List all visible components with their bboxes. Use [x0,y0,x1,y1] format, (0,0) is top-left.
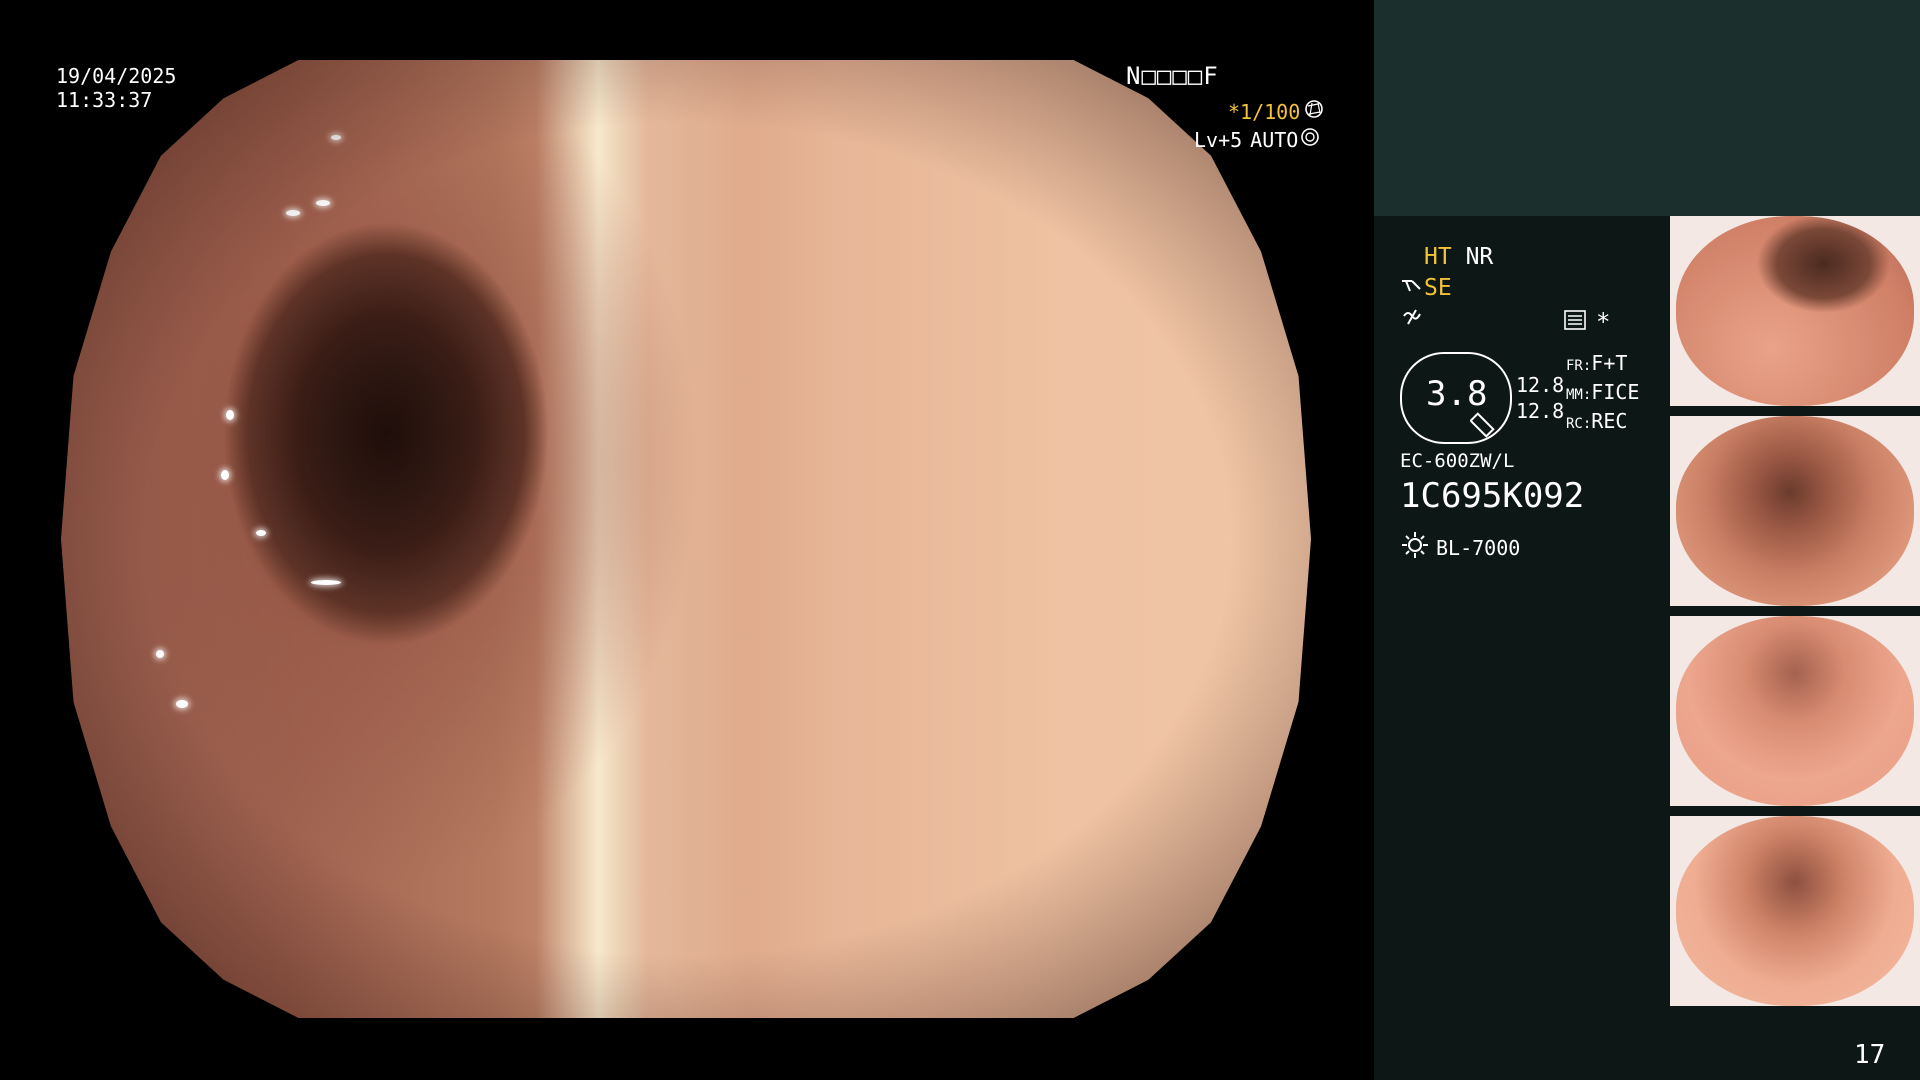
shutter-row: *1/100 [1228,99,1324,124]
nr-label: NR [1465,244,1494,270]
thumbnail-image [1676,616,1914,806]
fr-value: F+T [1591,351,1628,375]
aperture-icon [1304,99,1324,124]
processing-row: HT NR [1424,244,1493,270]
exposure-row: Lv+5 AUTO [1194,127,1320,152]
shutter-speed: *1/100 [1228,99,1301,124]
zoom-icon [1469,410,1500,444]
vignette [61,60,1311,1018]
thumbnail-1[interactable] [1670,216,1920,406]
date-label: 19/04/2025 [56,64,177,88]
fr-label: FR: [1566,358,1592,374]
thumbnail-4[interactable] [1670,816,1920,1006]
mode-list: FR:F+T MM:FICE RC:REC [1566,350,1639,437]
wave-icon [1402,306,1424,332]
settings-row: * [1564,308,1610,336]
image-count: 17 [1854,1040,1886,1070]
auto-label: AUTO [1250,127,1299,152]
value-column: 12.8 12.8 [1516,372,1564,424]
captured-images-strip [1670,216,1920,1016]
menu-icon[interactable] [1564,310,1586,334]
sidebar-header-panel [1374,0,1920,216]
thumbnail-image [1676,816,1914,1006]
thumbnail-image [1676,416,1914,606]
gauge-value: 3.8 [1426,374,1488,414]
rc-label: RC: [1566,416,1592,432]
value-fr: 12.8 [1516,373,1565,397]
time-label: 11:33:37 [56,88,153,112]
mm-label: MM: [1566,387,1592,403]
light-source-row: BL-7000 [1400,530,1520,565]
iris-icon [1300,127,1320,152]
scope-serial: 1C695K092 [1400,476,1585,516]
rc-value: REC [1591,409,1628,433]
asterisk-indicator: * [1596,308,1611,336]
ht-label: HT [1424,244,1452,270]
date-time-block: 19/04/2025 11:33:37 [56,64,176,112]
endoscope-live-view [61,60,1311,1018]
light-source-label: BL-7000 [1436,535,1521,560]
se-label: SE [1424,275,1452,301]
thumbnail-image [1676,216,1914,406]
value-mm: 12.8 [1516,399,1565,423]
thumbnail-3[interactable] [1670,616,1920,806]
scope-model: EC-600ZW/L [1400,450,1515,472]
light-icon [1400,530,1430,565]
se-row: SE [1400,275,1452,301]
mm-value: FICE [1591,380,1640,404]
thumbnail-2[interactable] [1670,416,1920,606]
patient-code: N□□□□F [1126,62,1219,90]
scope-icon [1400,275,1422,301]
level-label: Lv+5 [1194,127,1243,152]
